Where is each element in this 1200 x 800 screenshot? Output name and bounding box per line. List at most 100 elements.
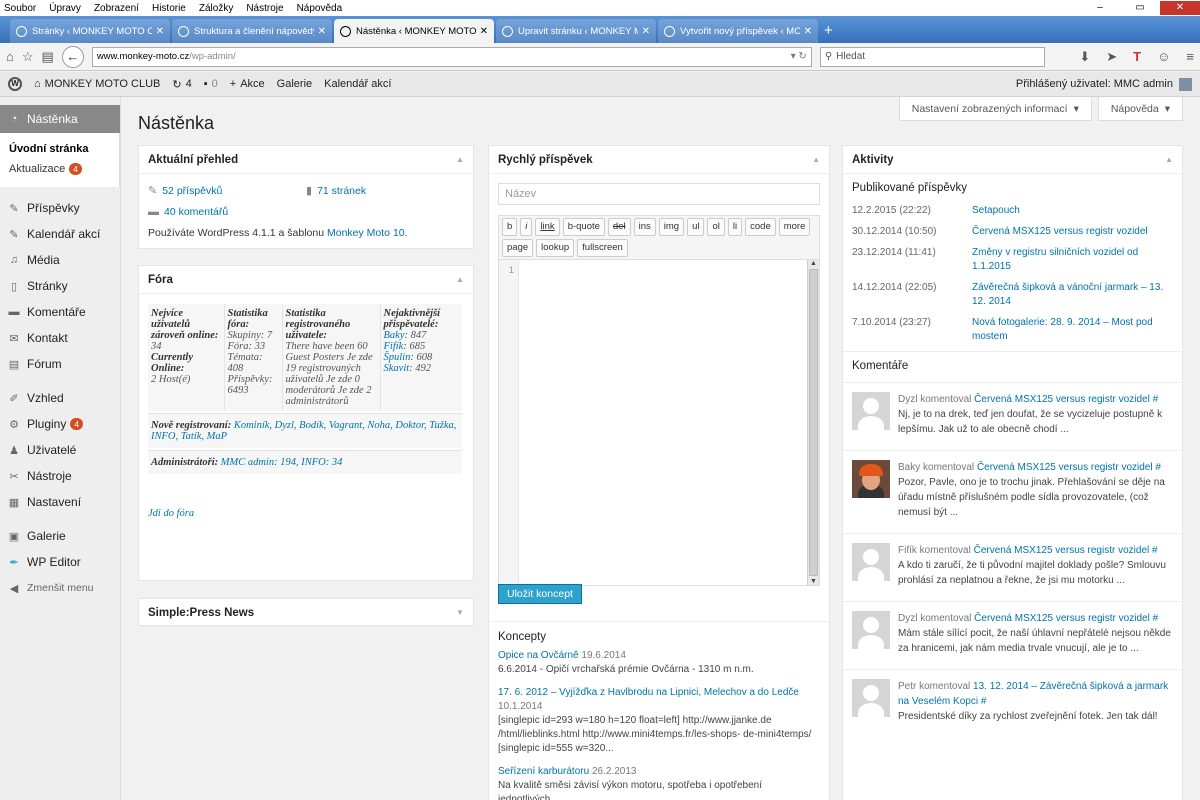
sidebar-item-plugins[interactable]: ⚙ Pluginy 4 xyxy=(0,411,120,437)
comment-post-link[interactable]: Červená MSX125 versus registr vozidel # xyxy=(974,394,1158,405)
toggle-arrow-icon[interactable]: ▲ xyxy=(812,155,820,164)
help-button[interactable]: Nápověda ▾ xyxy=(1097,97,1183,121)
browser-tab[interactable]: Vytvořit nový příspěvek ‹ MONKEY✕ xyxy=(658,19,818,43)
toggle-arrow-icon[interactable]: ▲ xyxy=(456,275,464,284)
qt-page-button[interactable]: page xyxy=(502,239,534,257)
send-icon[interactable]: ➤ xyxy=(1106,49,1117,65)
comment-post-link[interactable]: Červená MSX125 versus registr vozidel # xyxy=(974,545,1158,556)
back-icon[interactable]: ← xyxy=(61,45,84,68)
qt-img-button[interactable]: img xyxy=(658,218,685,236)
close-icon[interactable]: ✕ xyxy=(1160,1,1200,15)
pages-count-link[interactable]: 71 stránek xyxy=(317,185,366,197)
widget-header[interactable]: Aktivity ▲ xyxy=(843,146,1182,174)
widget-header[interactable]: Aktuální přehled ▲ xyxy=(139,146,473,174)
calendar-link[interactable]: Kalendář akcí xyxy=(324,78,391,90)
published-post-link[interactable]: Červená MSX125 versus registr vozidel xyxy=(972,225,1173,239)
sidebar-item-settings[interactable]: ▦ Nastavení xyxy=(0,489,120,515)
qt-quote-button[interactable]: b-quote xyxy=(562,218,605,236)
sidebar-item-users[interactable]: ♟ Uživatelé xyxy=(0,437,120,463)
toggle-arrow-icon[interactable]: ▼ xyxy=(456,608,464,617)
sidebar-item-appearance[interactable]: ✐ Vzhled xyxy=(0,385,120,411)
user-account[interactable]: Přihlášený uživatel: MMC admin xyxy=(1016,77,1192,91)
wordpress-logo-icon[interactable]: W xyxy=(8,77,22,91)
new-content-link[interactable]: + Akce xyxy=(230,78,265,90)
toggle-arrow-icon[interactable]: ▲ xyxy=(1165,155,1173,164)
save-draft-button[interactable]: Uložit koncept xyxy=(498,584,582,604)
sidebar-item-tools[interactable]: ✂ Nástroje xyxy=(0,463,120,489)
widget-header[interactable]: Rychlý příspěvek ▲ xyxy=(489,146,829,174)
menu-view[interactable]: Zobrazení xyxy=(94,3,139,14)
tab-close-icon[interactable]: ✕ xyxy=(156,26,164,37)
draft-link[interactable]: Opice na Ovčárně xyxy=(498,650,579,661)
qt-del-button[interactable]: del xyxy=(607,218,631,236)
menu-icon[interactable]: ≡ xyxy=(1186,49,1194,64)
submenu-home[interactable]: Úvodní stránka xyxy=(0,139,119,159)
tab-close-icon[interactable]: ✕ xyxy=(318,26,326,37)
home-icon[interactable]: ⌂ xyxy=(6,49,14,64)
chat-icon[interactable]: ☺ xyxy=(1157,49,1170,64)
screen-options-button[interactable]: Nastavení zobrazených informací ▾ xyxy=(898,97,1092,121)
toggle-arrow-icon[interactable]: ▲ xyxy=(456,155,464,164)
sidebar-item-dashboard[interactable]: ◔ Nástěnka xyxy=(0,105,120,133)
sidebar-item-calendar[interactable]: ✎ Kalendář akcí xyxy=(0,221,120,247)
draft-link[interactable]: Seřízení karburátoru xyxy=(498,766,589,777)
qt-italic-button[interactable]: i xyxy=(520,218,533,236)
url-bar[interactable]: www.monkey-moto.cz/wp-admin/ ▾ ↻ xyxy=(91,46,812,67)
comment-post-link[interactable]: Červená MSX125 versus registr vozidel # xyxy=(977,462,1161,473)
menu-history[interactable]: Historie xyxy=(152,3,186,14)
qt-bold-button[interactable]: b xyxy=(502,218,518,236)
reload-icon[interactable]: ▾ ↻ xyxy=(791,51,807,62)
admins-links[interactable]: MMC admin: 194, INFO: 34 xyxy=(221,457,343,468)
qt-ol-button[interactable]: ol xyxy=(707,218,725,236)
browser-tab[interactable]: Stránky ‹ MONKEY MOTO CLUB — WordPress✕ xyxy=(10,19,170,43)
collapse-menu-button[interactable]: ◀ Zmenšit menu xyxy=(0,575,120,601)
sidebar-item-posts[interactable]: ✎ Příspěvky xyxy=(0,195,120,221)
site-name-link[interactable]: ⌂ MONKEY MOTO CLUB xyxy=(34,78,160,90)
menu-bookmarks[interactable]: Záložky xyxy=(199,3,233,14)
top-poster-link[interactable]: Skavit xyxy=(384,363,410,374)
download-icon[interactable]: ⬇ xyxy=(1079,49,1090,65)
menu-tools[interactable]: Nástroje xyxy=(246,3,283,14)
theme-link[interactable]: Monkey Moto 10 xyxy=(327,227,405,239)
minimize-icon[interactable]: – xyxy=(1080,1,1120,15)
published-post-link[interactable]: Setapouch xyxy=(972,204,1173,218)
gallery-link[interactable]: Galerie xyxy=(277,78,312,90)
qt-lookup-button[interactable]: lookup xyxy=(536,239,575,257)
updates-link[interactable]: ↻ 4 xyxy=(172,78,191,91)
menu-file[interactable]: Soubor xyxy=(4,3,36,14)
sidebar-item-contact[interactable]: ✉ Kontakt xyxy=(0,325,120,351)
tab-close-icon[interactable]: ✕ xyxy=(804,26,812,37)
top-poster-link[interactable]: Baky xyxy=(384,330,405,341)
qt-fullscreen-button[interactable]: fullscreen xyxy=(577,239,628,257)
published-post-link[interactable]: Nová fotogalerie: 28. 9. 2014 – Most pod… xyxy=(972,316,1173,344)
comments-link[interactable]: ▪ 0 xyxy=(204,78,218,90)
text-icon[interactable]: T xyxy=(1133,49,1141,64)
draft-title-input[interactable]: Název xyxy=(498,183,820,205)
widget-header[interactable]: Simple:Press News ▼ xyxy=(139,599,473,627)
published-post-link[interactable]: Závěrečná šipková a vánoční jarmark – 13… xyxy=(972,281,1173,309)
go-to-forum-link[interactable]: Jdi do fóra xyxy=(148,508,194,519)
scroll-up-icon[interactable]: ▲ xyxy=(810,260,817,267)
sidebar-item-media[interactable]: ♫ Média xyxy=(0,247,120,273)
menu-help[interactable]: Nápověda xyxy=(297,3,343,14)
sidebar-item-comments[interactable]: ▬ Komentáře xyxy=(0,299,120,325)
published-post-link[interactable]: Změny v registru silničních vozidel od 1… xyxy=(972,246,1173,274)
qt-link-button[interactable]: link xyxy=(535,218,560,236)
tab-close-icon[interactable]: ✕ xyxy=(480,26,488,37)
maximize-icon[interactable]: ▭ xyxy=(1120,1,1160,15)
draft-content-editor[interactable]: 1 ▲ ▼ xyxy=(498,260,820,586)
editor-scrollbar[interactable]: ▲ ▼ xyxy=(807,260,819,585)
browser-tab-active[interactable]: Nástěnka ‹ MONKEY MOTO CLUB✕ xyxy=(334,19,494,43)
menu-edit[interactable]: Úpravy xyxy=(49,3,81,14)
search-input[interactable]: ⚲ Hledat xyxy=(819,46,1045,67)
sidebar-item-wp-editor[interactable]: ✒ WP Editor xyxy=(0,549,120,575)
qt-more-button[interactable]: more xyxy=(778,218,811,236)
qt-ul-button[interactable]: ul xyxy=(687,218,705,236)
comments-count-link[interactable]: 40 komentářů xyxy=(164,206,228,218)
draft-link[interactable]: 17. 6. 2012 – Vyjížďka z Havlbrodu na Li… xyxy=(498,687,799,698)
browser-tab[interactable]: Struktura a členění nápovědy — Page✕ xyxy=(172,19,332,43)
new-tab-icon[interactable]: + xyxy=(824,22,833,39)
bookmark-star-icon[interactable]: ☆ xyxy=(22,49,34,65)
sidebar-item-forum[interactable]: ▤ Fórum xyxy=(0,351,120,377)
top-poster-link[interactable]: Fifík xyxy=(384,341,404,352)
